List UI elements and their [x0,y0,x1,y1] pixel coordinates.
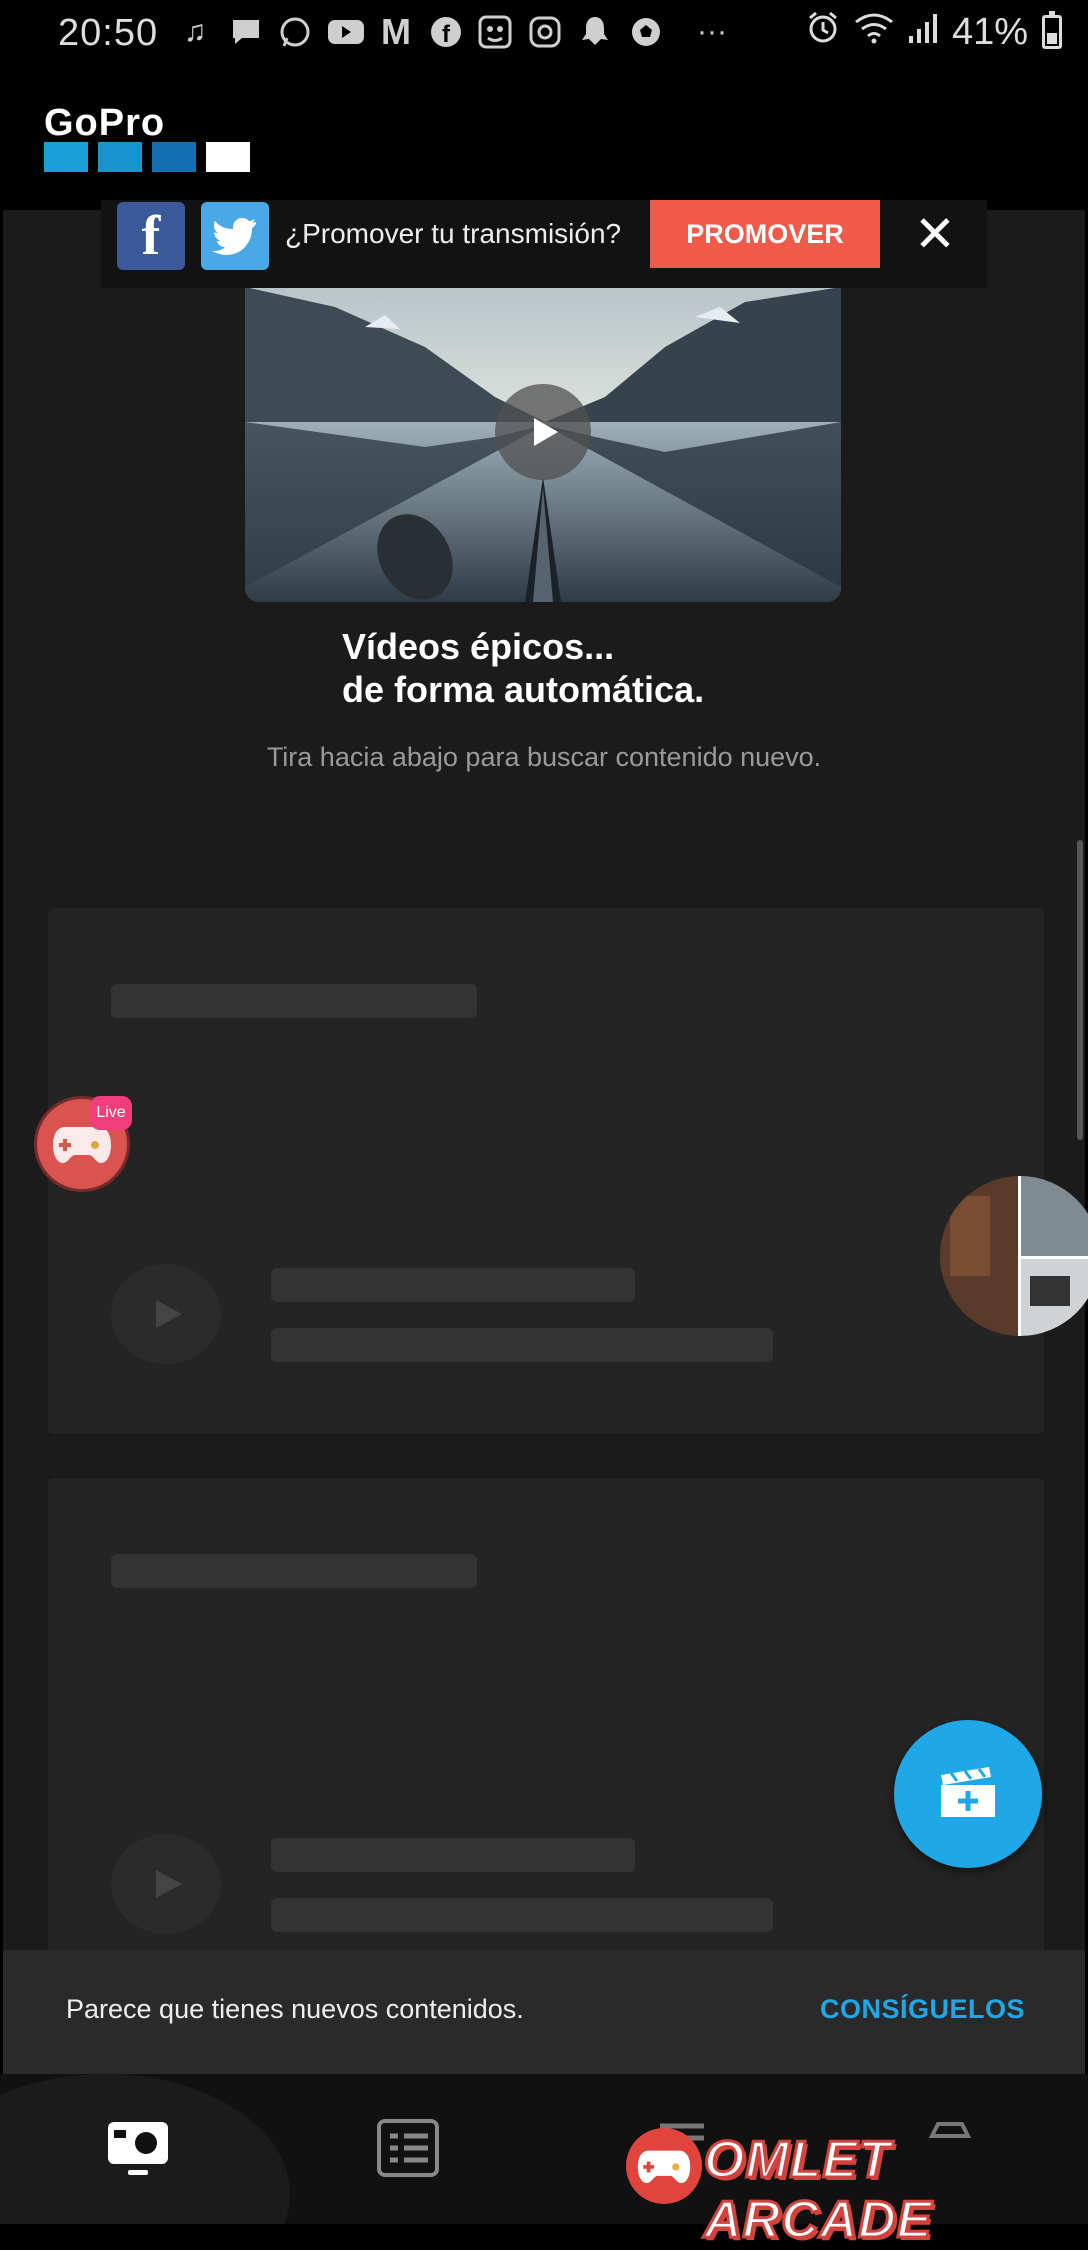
clapperboard-plus-icon [941,1767,995,1817]
facebook-icon: f [141,205,161,267]
status-right-group: 41% [806,10,1062,54]
promote-button[interactable]: PROMOVER [650,200,880,268]
status-time: 20:50 [58,12,159,54]
media-tab-icon[interactable] [376,2118,440,2178]
promo-question: ¿Promover tu transmisión? [285,218,622,249]
facebook-share-button[interactable]: f [117,202,185,270]
placeholder-card [48,1478,1044,1950]
skeleton-line [271,1268,635,1302]
omlet-gamepad-icon [626,2128,702,2204]
facebook-icon: f [428,14,464,50]
gopro-logo-text: GoPro [44,102,166,144]
gopro-logo: GoPro [44,104,254,176]
new-content-snackbar: Parece que tienes nuevos contenidos. CON… [3,1950,1085,2074]
app-header: GoPro [0,64,1088,210]
mcdonalds-icon: M [381,11,411,52]
play-button[interactable] [495,384,591,480]
music-icon: ♫ [183,15,207,48]
live-badge: Live [90,1096,132,1130]
placeholder-card [48,908,1044,1434]
svg-text:f: f [442,21,451,48]
hero-title: Vídeos épicos... de forma automática. [342,625,942,711]
twitter-icon [212,218,256,255]
youtube-icon [326,14,366,50]
whatsapp-icon [276,14,314,50]
play-icon[interactable] [111,1834,221,1934]
signal-icon [908,11,938,54]
skeleton-line [111,1554,477,1588]
logo-square [206,142,250,172]
wifi-icon [854,10,894,54]
alarm-icon [806,10,840,54]
more-icon: ··· [697,15,727,48]
stream-preview-thumbnail[interactable] [940,1176,1088,1336]
snackbar-message: Parece que tienes nuevos contenidos. [66,1994,524,2024]
camera-tab-icon[interactable] [106,2118,170,2178]
skeleton-line [271,1328,773,1362]
omlet-arcade-watermark: OMLET ARCADE [626,2128,1046,2250]
hero-title-line: de forma automática. [342,669,705,710]
soccer-icon [628,14,664,50]
scrollbar[interactable] [1077,840,1083,1140]
play-icon[interactable] [111,1264,221,1364]
hero-title-line: Vídeos épicos... [342,626,615,667]
logo-square [152,142,196,172]
omlet-arcade-text: OMLET ARCADE [703,2130,933,2250]
promo-bar: f ¿Promover tu transmisión? PROMOVER ✕ [101,200,987,288]
logo-square [44,142,88,172]
instagram-icon [527,14,563,50]
battery-percent: 41% [951,10,1028,53]
ghost-icon [578,14,612,50]
message-icon [228,14,264,50]
hero-subtitle: Tira hacia abajo para buscar contenido n… [266,742,822,772]
close-icon[interactable]: ✕ [907,206,963,262]
create-story-button[interactable] [894,1720,1042,1868]
twitter-share-button[interactable] [201,202,269,270]
battery-icon [1042,11,1062,49]
logo-square [98,142,142,172]
skeleton-line [111,984,477,1018]
get-content-button[interactable]: CONSÍGUELOS [820,1994,1025,2025]
mask-icon [476,14,514,50]
skeleton-line [271,1838,635,1872]
skeleton-line [271,1898,773,1932]
